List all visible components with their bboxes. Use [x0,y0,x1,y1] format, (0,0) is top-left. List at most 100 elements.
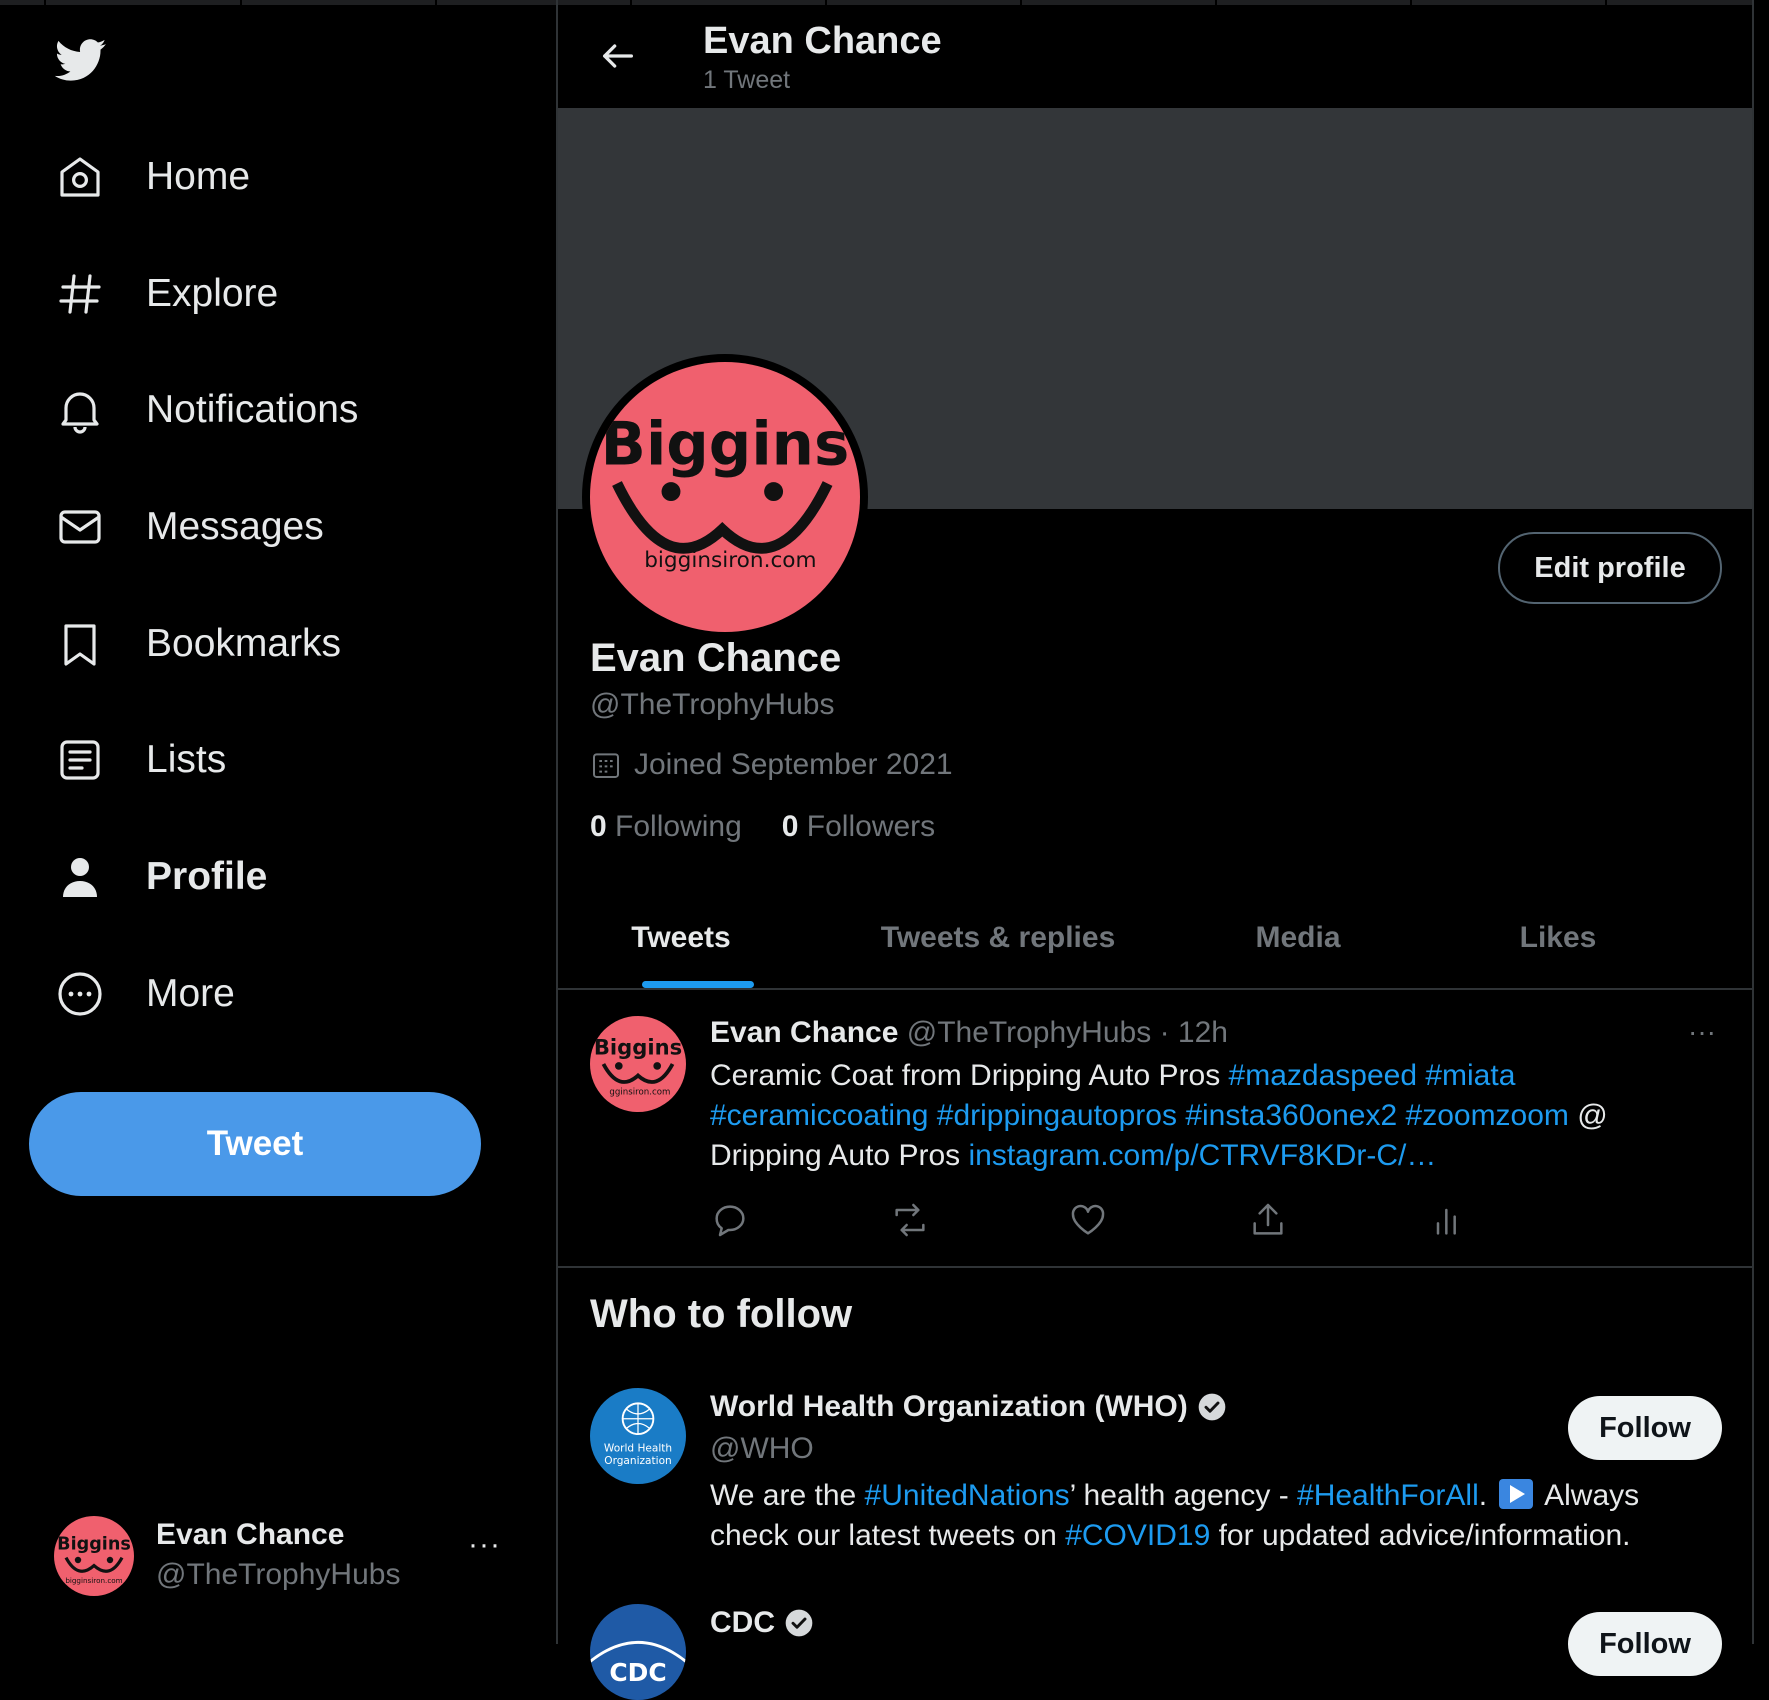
suggestion-name[interactable]: World Health Organization (WHO) [710,1390,1228,1424]
edit-profile-button[interactable]: Edit profile [1498,532,1722,604]
profile-avatar[interactable]: Biggins bigginsiron.com [582,354,868,640]
nav-notifications[interactable]: Notifications [48,375,358,445]
header-tweet-count: 1 Tweet [703,66,791,94]
nav-explore[interactable]: Explore [48,259,278,329]
avatar[interactable]: CDC [590,1604,686,1700]
tab-tweets[interactable]: Tweets [558,888,804,988]
tweet-button[interactable]: Tweet [29,1092,481,1196]
scrollbar-track[interactable] [1754,0,1769,1644]
avatar: Biggins bigginsiron.com [54,1516,134,1596]
account-switcher[interactable]: Biggins bigginsiron.com Evan Chance @The… [54,1514,514,1598]
tweet-actions [710,1200,1610,1240]
sidebar: Home Explore Notifications Messages Book… [0,0,556,1644]
like-icon[interactable] [1068,1200,1108,1240]
follow-button[interactable]: Follow [1568,1612,1722,1676]
hashtag-link[interactable]: #mazdaspeed [1229,1059,1417,1092]
bookmark-icon [48,612,112,676]
svg-text:gginsiron.com: gginsiron.com [609,1088,670,1098]
nav-label: Profile [146,855,268,898]
account-name: Evan Chance [156,1518,345,1551]
play-emoji-icon [1499,1479,1534,1509]
avatar-logo-subtext: bigginsiron.com [644,548,816,573]
hashtag-link[interactable]: #drippingautopros [937,1099,1177,1132]
home-icon [48,145,112,209]
analytics-icon[interactable] [1428,1200,1468,1240]
hashtag-link[interactable]: #COVID19 [1065,1519,1210,1552]
account-handle: @TheTrophyHubs [156,1558,401,1591]
hashtag-link[interactable]: #zoomzoom [1406,1099,1569,1132]
follow-button[interactable]: Follow [1568,1396,1722,1460]
url-link[interactable]: instagram.com/p/CTRVF8KDr-C/… [968,1139,1436,1172]
hashtag-link[interactable]: #UnitedNations [865,1479,1070,1512]
following-link[interactable]: 0 Following [590,810,742,844]
more-dots-icon[interactable]: ··· [468,1528,501,1562]
svg-text:Organization: Organization [604,1455,671,1467]
avatar[interactable]: Biggins gginsiron.com [590,1016,686,1112]
hashtag-link[interactable]: #miata [1425,1059,1515,1092]
nav-label: Explore [146,272,279,315]
nav-label: More [146,972,235,1015]
tab-likes[interactable]: Likes [1458,888,1658,988]
nav-label: Home [146,155,251,198]
nav-messages[interactable]: Messages [48,492,324,562]
profile-name: Evan Chance [590,636,842,680]
svg-text:World Health: World Health [604,1442,672,1454]
nav-label: Notifications [146,388,359,431]
nav-lists[interactable]: Lists [48,725,226,795]
tweet[interactable]: Biggins gginsiron.com Evan Chance @TheTr… [558,990,1752,1268]
suggestion-handle: @WHO [710,1432,814,1465]
nav-home[interactable]: Home [48,142,250,212]
suggestion-bio: We are the #UnitedNations’ health agency… [710,1479,1640,1552]
hashtag-link[interactable]: #ceramiccoating [710,1099,928,1132]
biggins-logo: Biggins bigginsiron.com [590,362,860,632]
more-dots-icon[interactable]: ··· [1688,1016,1716,1048]
header-title: Evan Chance [703,20,942,62]
nav-label: Messages [146,505,324,548]
svg-text:Biggins: Biggins [57,1535,131,1555]
mail-icon [48,495,112,559]
profile-joined: Joined September 2021 [590,748,953,782]
nav-label: Bookmarks [146,622,342,665]
nav-profile[interactable]: Profile [48,842,267,912]
svg-text:bigginsiron.com: bigginsiron.com [65,1576,122,1585]
verified-badge-icon [785,1609,813,1637]
reply-icon[interactable] [710,1200,750,1240]
list-icon [48,728,112,792]
svg-text:Biggins: Biggins [594,1034,682,1059]
profile-handle: @TheTrophyHubs [590,688,835,721]
tweet-text: Ceramic Coat from Dripping Auto Pros #ma… [710,1059,1608,1172]
suggestion-name[interactable]: CDC [710,1606,815,1640]
hashtag-link[interactable]: #HealthForAll [1297,1479,1479,1512]
tweet-header: Evan Chance @TheTrophyHubs · 12h [710,1016,1228,1050]
nav-more[interactable]: More [48,959,235,1029]
joined-text: Joined September 2021 [634,748,953,781]
nav-bookmarks[interactable]: Bookmarks [48,609,341,679]
bell-icon [48,378,112,442]
who-to-follow-title: Who to follow [590,1292,853,1336]
tweet-handle: @TheTrophyHubs [906,1016,1152,1049]
profile-column: Evan Chance 1 Tweet Biggins bigginsiron.… [556,0,1754,1700]
calendar-icon [593,753,619,778]
retweet-icon[interactable] [890,1200,930,1240]
tweet-author[interactable]: Evan Chance [710,1016,898,1049]
avatar-logo-text: Biggins [601,411,850,480]
back-arrow-icon[interactable] [598,36,638,76]
person-icon [48,845,112,909]
nav-label: Lists [146,738,227,781]
twitter-logo-icon[interactable] [50,34,112,86]
profile-tabs: Tweets Tweets & replies Media Likes [558,888,1752,990]
more-circle-icon [48,962,112,1026]
followers-link[interactable]: 0 Followers [782,810,935,844]
verified-badge-icon [1198,1393,1226,1421]
profile-header: Evan Chance 1 Tweet [558,0,1752,108]
tab-media[interactable]: Media [1198,888,1398,988]
svg-text:CDC: CDC [609,1658,666,1687]
profile-stats: 0 Following 0 Followers [590,810,975,844]
share-icon[interactable] [1248,1200,1288,1240]
hashtag-icon [48,262,112,326]
avatar[interactable]: World Health Organization [590,1388,686,1484]
active-tab-indicator [642,981,754,988]
tweet-time[interactable]: · 12h [1160,1016,1228,1049]
hashtag-link[interactable]: #insta360onex2 [1185,1099,1397,1132]
tab-tweets-and-replies[interactable]: Tweets & replies [858,888,1138,988]
